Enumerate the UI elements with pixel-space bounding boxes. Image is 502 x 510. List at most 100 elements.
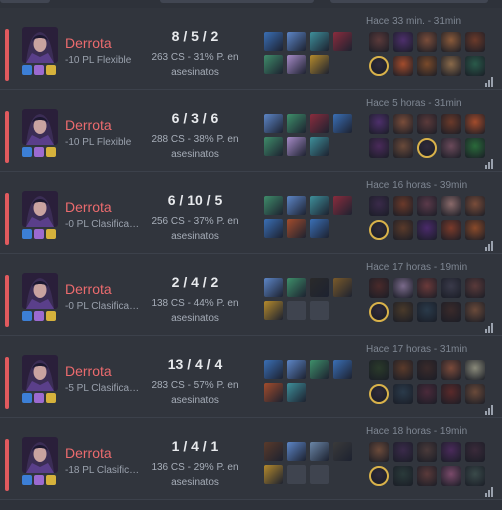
item-icon[interactable] [310,219,329,238]
player-champion-icon[interactable] [417,114,437,134]
player-champion-icon[interactable] [393,32,413,52]
item-icon[interactable] [264,219,283,238]
item-icon[interactable] [287,196,306,215]
player-champion-icon-self[interactable] [369,466,389,486]
item-icon[interactable] [287,442,306,461]
stats-graph-icon[interactable] [484,74,494,87]
player-champion-icon[interactable] [465,32,485,52]
player-champion-icon-self[interactable] [417,138,437,158]
item-icon[interactable] [333,442,352,461]
item-icon[interactable] [333,114,352,133]
player-champion-icon[interactable] [393,360,413,380]
player-champion-icon[interactable] [417,220,437,240]
player-champion-icon[interactable] [441,196,461,216]
match-row[interactable]: Derrota -0 PL Clasificatoria 6 / 10 / 5 256… [0,172,502,254]
player-champion-icon[interactable] [465,220,485,240]
player-champion-icon[interactable] [369,278,389,298]
player-champion-icon[interactable] [441,302,461,322]
match-row[interactable]: Derrota -18 PL Clasificatoria 1 / 4 / 1 136… [0,418,502,500]
player-champion-icon[interactable] [441,138,461,158]
match-row[interactable]: Derrota -5 PL Clasificatoria 13 / 4 / 4 283… [0,336,502,418]
player-champion-icon-self[interactable] [369,220,389,240]
champion-portrait[interactable] [22,109,58,145]
player-champion-icon[interactable] [441,220,461,240]
player-champion-icon[interactable] [369,442,389,462]
player-champion-icon[interactable] [393,442,413,462]
player-champion-icon[interactable] [441,442,461,462]
player-champion-icon[interactable] [417,56,437,76]
champion-portrait[interactable] [22,355,58,391]
item-icon[interactable] [264,465,283,484]
player-champion-icon[interactable] [417,302,437,322]
item-icon[interactable] [287,137,306,156]
player-champion-icon[interactable] [465,466,485,486]
player-champion-icon[interactable] [465,360,485,380]
player-champion-icon[interactable] [393,278,413,298]
item-icon[interactable] [264,114,283,133]
player-champion-icon-self[interactable] [369,302,389,322]
item-icon[interactable] [264,383,283,402]
player-champion-icon[interactable] [441,56,461,76]
item-icon[interactable] [310,137,329,156]
player-champion-icon[interactable] [393,384,413,404]
player-champion-icon[interactable] [465,138,485,158]
player-champion-icon[interactable] [465,384,485,404]
item-icon[interactable] [333,278,352,297]
player-champion-icon[interactable] [465,278,485,298]
player-champion-icon[interactable] [417,442,437,462]
item-icon[interactable] [264,137,283,156]
item-icon[interactable] [264,301,283,320]
player-champion-icon[interactable] [465,442,485,462]
player-champion-icon[interactable] [417,196,437,216]
player-champion-icon-self[interactable] [369,56,389,76]
item-icon[interactable] [264,442,283,461]
stats-graph-icon[interactable] [484,402,494,415]
match-row[interactable]: Derrota -0 PL Clasificatoria 2 / 4 / 2 138 … [0,254,502,336]
match-row[interactable]: Derrota -10 PL Flexible 8 / 5 / 2 263 CS - … [0,8,502,90]
item-icon[interactable] [333,196,352,215]
match-row[interactable]: Derrota -10 PL Flexible 6 / 3 / 6 288 CS - … [0,90,502,172]
player-champion-icon[interactable] [441,360,461,380]
champion-portrait[interactable] [22,437,58,473]
item-icon[interactable] [310,196,329,215]
empty-item-slot[interactable] [287,301,306,320]
player-champion-icon[interactable] [393,114,413,134]
item-icon[interactable] [310,278,329,297]
empty-item-slot[interactable] [310,465,329,484]
player-champion-icon[interactable] [465,56,485,76]
player-champion-icon[interactable] [417,360,437,380]
item-icon[interactable] [287,383,306,402]
player-champion-icon[interactable] [417,384,437,404]
player-champion-icon[interactable] [393,56,413,76]
player-champion-icon[interactable] [465,196,485,216]
player-champion-icon[interactable] [369,138,389,158]
player-champion-icon[interactable] [441,466,461,486]
player-champion-icon[interactable] [393,220,413,240]
item-icon[interactable] [264,278,283,297]
stats-graph-icon[interactable] [484,484,494,497]
item-icon[interactable] [264,32,283,51]
stats-graph-icon[interactable] [484,320,494,333]
player-champion-icon[interactable] [393,302,413,322]
champion-portrait[interactable] [22,191,58,227]
player-champion-icon[interactable] [393,466,413,486]
player-champion-icon[interactable] [465,114,485,134]
player-champion-icon[interactable] [369,114,389,134]
player-champion-icon[interactable] [369,32,389,52]
player-champion-icon[interactable] [417,466,437,486]
item-icon[interactable] [310,442,329,461]
player-champion-icon[interactable] [369,196,389,216]
item-icon[interactable] [287,219,306,238]
player-champion-icon[interactable] [441,32,461,52]
player-champion-icon[interactable] [441,114,461,134]
item-icon[interactable] [264,196,283,215]
empty-item-slot[interactable] [310,301,329,320]
item-icon[interactable] [287,278,306,297]
item-icon[interactable] [333,360,352,379]
item-icon[interactable] [310,32,329,51]
item-icon[interactable] [287,360,306,379]
item-icon[interactable] [333,32,352,51]
player-champion-icon[interactable] [417,278,437,298]
item-icon[interactable] [287,114,306,133]
player-champion-icon[interactable] [441,278,461,298]
